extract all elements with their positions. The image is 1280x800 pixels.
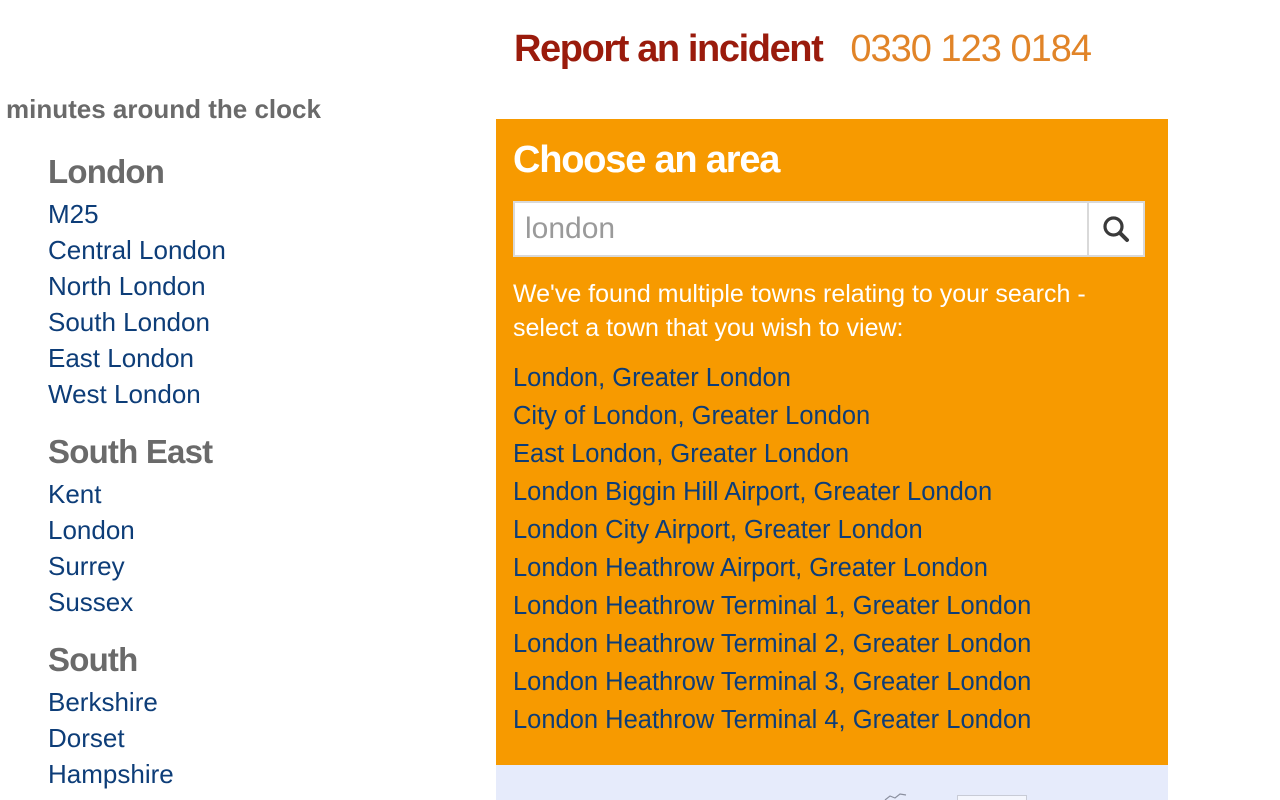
region-link[interactable]: Berkshire [48, 684, 468, 720]
town-result-link[interactable]: London Heathrow Terminal 2, Greater Lond… [513, 625, 1146, 663]
region-link[interactable]: Kent [48, 476, 468, 512]
town-result-link[interactable]: City of London, Greater London [513, 397, 1146, 435]
choose-area-title: Choose an area [513, 139, 780, 181]
region-group-london: London M25 Central London North London S… [48, 152, 468, 412]
region-title: South [48, 641, 138, 678]
region-link[interactable]: Sussex [48, 584, 468, 620]
incident-header: Report an incident 0330 123 0184 [514, 28, 1092, 71]
town-result-link[interactable]: London Heathrow Terminal 1, Greater Lond… [513, 587, 1146, 625]
region-link[interactable]: Hampshire [48, 756, 468, 792]
town-result-link[interactable]: London Biggin Hill Airport, Greater Lond… [513, 473, 1146, 511]
region-link[interactable]: North London [48, 268, 468, 304]
region-list: London M25 Central London North London S… [48, 152, 468, 800]
town-result-link[interactable]: London Heathrow Terminal 4, Greater Lond… [513, 701, 1146, 739]
region-link[interactable]: East London [48, 340, 468, 376]
choose-area-panel: Choose an area We've found multiple town… [496, 119, 1168, 765]
incident-phone-link[interactable]: 0330 123 0184 [850, 28, 1092, 71]
region-group-south-east: South East Kent London Surrey Sussex [48, 432, 468, 620]
page: Report an incident 0330 123 0184 minutes… [0, 0, 1280, 800]
area-search-input[interactable] [515, 203, 1087, 255]
map-marker-fragment [884, 793, 907, 800]
region-link[interactable]: M25 [48, 196, 468, 232]
region-link[interactable]: London [48, 512, 468, 548]
report-incident-label: Report an incident [514, 28, 824, 70]
town-result-link[interactable]: East London, Greater London [513, 435, 1146, 473]
region-link[interactable]: Central London [48, 232, 468, 268]
area-search-box [513, 201, 1145, 257]
region-link[interactable]: South London [48, 304, 468, 340]
search-button[interactable] [1087, 203, 1143, 255]
region-group-south: South Berkshire Dorset Hampshire [48, 640, 468, 792]
map-strip [496, 765, 1168, 800]
search-icon [1103, 216, 1129, 242]
map-control-fragment[interactable] [957, 795, 1027, 800]
region-title: South East [48, 433, 213, 470]
town-result-link[interactable]: London Heathrow Terminal 3, Greater Lond… [513, 663, 1146, 701]
town-results-list: London, Greater London City of London, G… [513, 359, 1146, 739]
region-link[interactable]: Dorset [48, 720, 468, 756]
tagline: minutes around the clock [6, 94, 321, 124]
town-result-link[interactable]: London, Greater London [513, 359, 1146, 397]
region-title: London [48, 153, 165, 190]
region-link[interactable]: West London [48, 376, 468, 412]
multiple-results-message: We've found multiple towns relating to y… [513, 280, 1086, 342]
town-result-link[interactable]: London City Airport, Greater London [513, 511, 1146, 549]
region-link[interactable]: Surrey [48, 548, 468, 584]
town-result-link[interactable]: London Heathrow Airport, Greater London [513, 549, 1146, 587]
